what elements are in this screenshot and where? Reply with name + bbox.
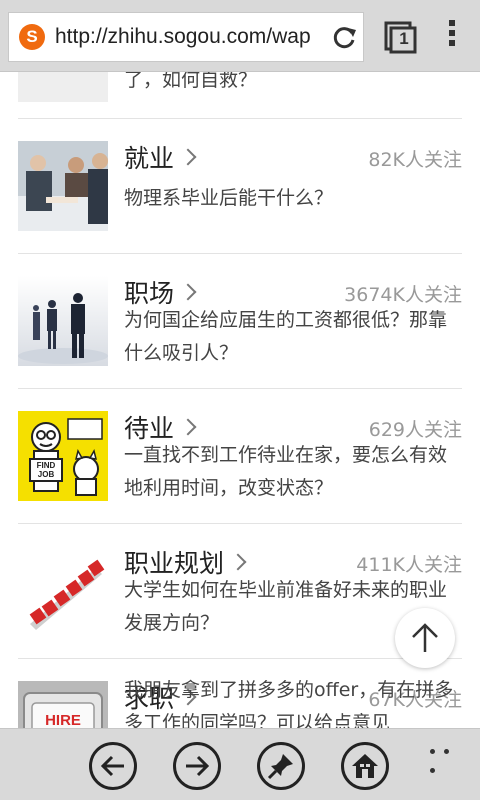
topic-title[interactable]: 就业 (124, 139, 197, 175)
more-dot (430, 768, 435, 773)
list-item[interactable]: 职场 3674K人关注 为何国企给应届生的工资都很低？那靠什么吸引人？ (18, 254, 462, 389)
question-text[interactable]: 我朋友拿到了拼多多的offer，有在拼多多工作的同学吗？可以给点意见 (124, 674, 462, 728)
topic-thumbnail: FIND JOB (18, 411, 108, 501)
question-text[interactable]: 物理系毕业后能干什么？ (124, 182, 462, 215)
topic-thumbnail: HIRE (18, 681, 108, 728)
pin-button[interactable] (257, 742, 305, 790)
refresh-icon[interactable] (331, 25, 357, 51)
list-item[interactable]: 了，如何自救？ (18, 72, 462, 119)
list-item[interactable]: FIND JOB 待业 629人关注 一直找不到工作待业在家，要怎么有效地利用时… (18, 389, 462, 524)
follow-count: 82K人关注 (368, 149, 462, 171)
pin-icon (267, 754, 293, 780)
forward-button[interactable] (173, 742, 221, 790)
address-bar-area: http://zhihu.sogou.com/wap 1 (0, 0, 480, 72)
arrow-up-icon (412, 623, 438, 652)
svg-text:JOB: JOB (38, 470, 55, 479)
chevron-right-icon (229, 553, 247, 571)
question-text[interactable]: 一直找不到工作待业在家，要怎么有效地利用时间，改变状态？ (124, 439, 462, 505)
more-dot (444, 749, 450, 754)
menu-dot (449, 30, 455, 36)
more-options-button[interactable] (430, 739, 460, 773)
home-button[interactable] (341, 742, 389, 790)
hire-me-key-text: HIRE (45, 712, 81, 728)
chevron-right-icon (179, 283, 197, 301)
address-bar[interactable]: http://zhihu.sogou.com/wap (8, 12, 364, 62)
topic-thumbnail (18, 72, 108, 102)
find-job-sign-text: FIND (37, 461, 56, 470)
back-button[interactable] (89, 742, 137, 790)
follow-count: 3674K人关注 (344, 284, 462, 306)
chevron-right-icon (179, 418, 197, 436)
menu-button[interactable] (446, 20, 458, 54)
url-text[interactable]: http://zhihu.sogou.com/wap (55, 25, 317, 49)
app-bar (0, 728, 480, 800)
topic-thumbnail (18, 276, 108, 366)
tabs-button[interactable]: 1 (383, 20, 417, 54)
more-dot (430, 749, 435, 754)
list-item[interactable]: HIRE 求职 67K人关注 我朋友拿到了拼多多的offer，有在拼多多工作的同… (18, 659, 462, 728)
back-icon (100, 755, 124, 777)
tab-count: 1 (399, 29, 409, 48)
menu-dot (449, 40, 455, 46)
home-icon (352, 754, 378, 778)
question-text[interactable]: 了，如何自救？ (124, 72, 462, 97)
scroll-to-top-button[interactable] (395, 608, 455, 668)
follow-count: 411K人关注 (356, 554, 462, 576)
question-text[interactable]: 为何国企给应届生的工资都很低？那靠什么吸引人？ (124, 304, 462, 370)
follow-count: 629人关注 (368, 419, 462, 441)
browser-window: http://zhihu.sogou.com/wap 1 了，如何自救？ (0, 0, 480, 800)
topic-thumbnail (18, 546, 108, 636)
list-item[interactable]: 就业 82K人关注 物理系毕业后能干什么？ (18, 119, 462, 254)
sogou-logo-icon (19, 24, 45, 50)
chevron-right-icon (179, 148, 197, 166)
topic-thumbnail (18, 141, 108, 231)
forward-icon (186, 755, 210, 777)
menu-dot (449, 20, 455, 26)
